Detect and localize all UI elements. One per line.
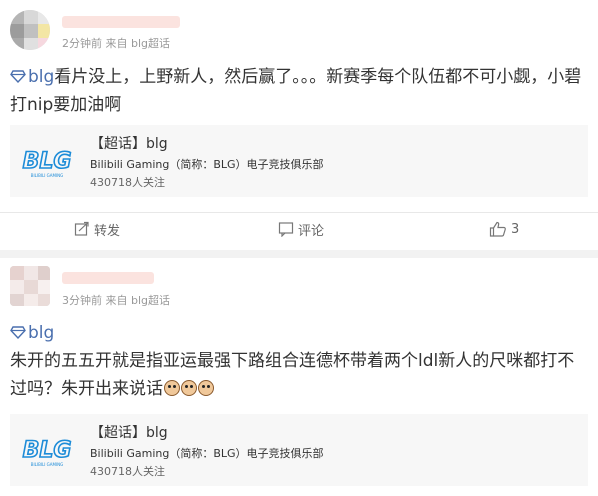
card-followers: 430718人关注	[90, 176, 165, 189]
post-meta: 3分钟前 来自 blg超话	[62, 294, 171, 307]
post-text: blg 朱开的五五开就是指亚运最强下路组合连德杯带着两个ldl新人的尺咪都打不过…	[10, 319, 588, 403]
thumbs-up-icon	[489, 221, 506, 237]
blg-logo-icon: BLG BILIBILI GAMING	[22, 437, 72, 467]
username[interactable]	[62, 16, 180, 28]
topic-link[interactable]: blg	[10, 323, 54, 343]
card-description: Bilibili Gaming（简称：BLG）电子竞技俱乐部	[90, 158, 324, 171]
super-topic-card[interactable]: BLG BILIBILI GAMING 【超话】blg Bilibili Gam…	[10, 414, 588, 486]
repost-label: 转发	[94, 223, 121, 239]
logo-text: BLG	[23, 438, 72, 463]
topic-label[interactable]: blg	[28, 67, 54, 87]
super-topic-card[interactable]: BLG BILIBILI GAMING 【超话】blg Bilibili Gam…	[10, 125, 588, 197]
comment-label: 评论	[298, 223, 325, 239]
topic-link[interactable]: blg	[10, 67, 54, 87]
divider	[0, 212, 598, 213]
like-button[interactable]: 3	[489, 214, 519, 244]
card-title[interactable]: 【超话】blg	[90, 133, 168, 153]
emoji-icon	[198, 380, 214, 396]
logo-text: BLG	[23, 149, 72, 174]
repost-button[interactable]: 转发	[74, 214, 120, 244]
card-title[interactable]: 【超话】blg	[90, 422, 168, 442]
post-body: 朱开的五五开就是指亚运最强下路组合连德杯带着两个ldl新人的尺咪都打不过吗？朱开…	[10, 351, 575, 399]
super-topic-diamond-icon	[10, 326, 26, 339]
card-followers: 430718人关注	[90, 465, 165, 478]
weibo-post: 3分钟前 来自 blg超话 blg 朱开的五五开就是指亚运最强下路组合连德杯带着…	[0, 258, 598, 496]
emoji-icon	[164, 380, 180, 396]
logo-subtext: BILIBILI GAMING	[31, 173, 64, 178]
repost-icon	[74, 221, 89, 236]
super-topic-diamond-icon	[10, 70, 26, 83]
topic-label[interactable]: blg	[28, 323, 54, 343]
blg-logo-icon: BLG BILIBILI GAMING	[22, 148, 72, 178]
card-description: Bilibili Gaming（简称：BLG）电子竞技俱乐部	[90, 447, 324, 460]
logo-subtext: BILIBILI GAMING	[31, 462, 64, 467]
weibo-post: 2分钟前 来自 blg超话 blg看片没上，上野新人，然后赢了。。。新赛季每个队…	[0, 0, 598, 250]
avatar[interactable]	[10, 10, 50, 50]
comment-button[interactable]: 评论	[278, 214, 324, 244]
post-body: 看片没上，上野新人，然后赢了。。。新赛季每个队伍都不可小觑，小碧打nip要加油啊	[10, 67, 582, 115]
post-meta: 2分钟前 来自 blg超话	[62, 37, 171, 50]
comment-icon	[278, 222, 294, 237]
post-text: blg看片没上，上野新人，然后赢了。。。新赛季每个队伍都不可小觑，小碧打nip要…	[10, 63, 588, 119]
like-count: 3	[511, 221, 520, 237]
emoji-icon	[181, 380, 197, 396]
avatar[interactable]	[10, 266, 50, 306]
username[interactable]	[62, 272, 154, 284]
